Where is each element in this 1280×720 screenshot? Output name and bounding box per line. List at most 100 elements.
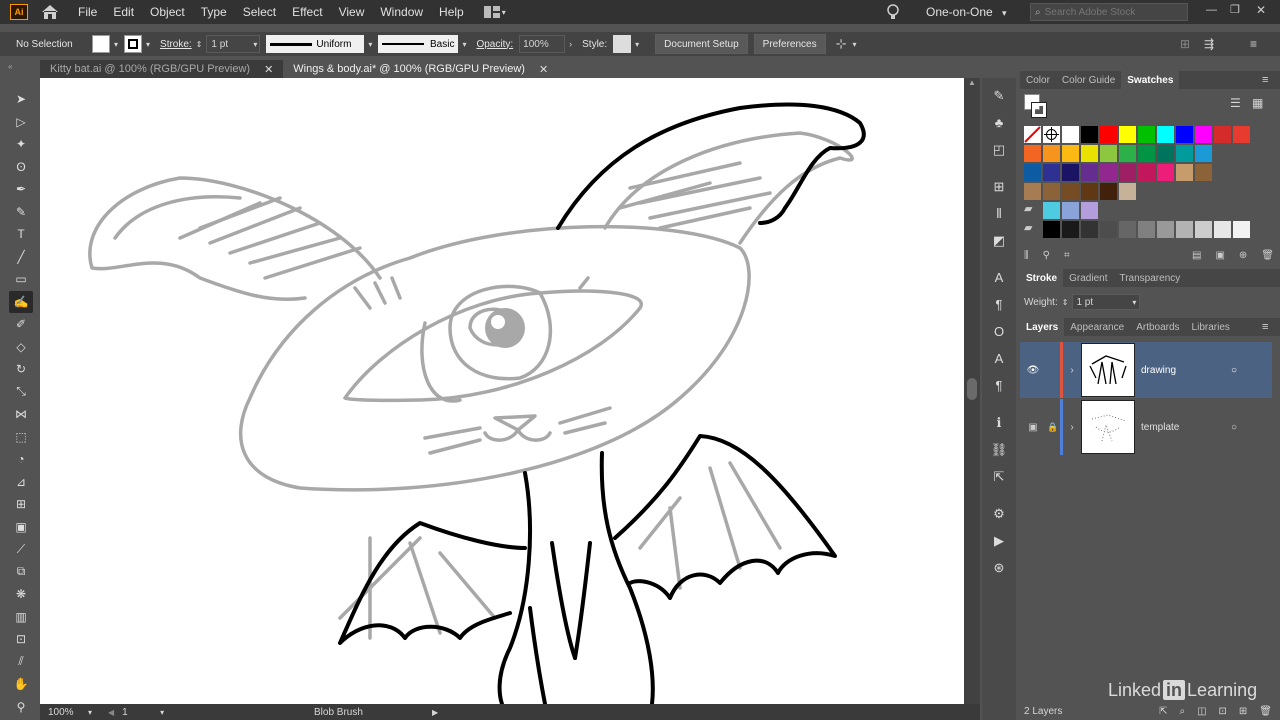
color-swatch[interactable] [1138, 126, 1155, 143]
rectangle-icon[interactable]: ▭ [9, 268, 33, 291]
scroll-thumb[interactable] [967, 378, 977, 400]
visibility-eye-icon[interactable]: 👁 [1020, 365, 1046, 376]
gradient-icon[interactable]: ▣ [9, 516, 33, 539]
arrange-documents-icon[interactable]: ▾ [483, 6, 514, 18]
lock-icon[interactable]: 🔒 [1046, 422, 1060, 433]
column-graph-icon[interactable]: ▥ [9, 606, 33, 629]
folder-icon[interactable]: ▰ [1024, 202, 1041, 219]
stepper-icon[interactable]: ⇕ [1062, 298, 1069, 307]
color-swatch[interactable] [1081, 221, 1098, 238]
arrange-icon[interactable]: ⇶ [1204, 37, 1214, 51]
color-swatch[interactable] [1062, 164, 1079, 181]
menu-edit[interactable]: Edit [105, 5, 142, 19]
color-swatch[interactable] [1081, 183, 1098, 200]
artboard-icon[interactable]: ⊡ [9, 628, 33, 651]
blend-icon[interactable]: ⧉ [9, 561, 33, 584]
pathfinder-icon[interactable]: ◩ [987, 227, 1011, 254]
color-swatch[interactable] [1081, 164, 1098, 181]
color-swatch[interactable] [1043, 221, 1060, 238]
brushes-icon[interactable]: ✎ [987, 82, 1011, 109]
new-sublayer-icon[interactable]: ⊡ [1219, 706, 1227, 717]
free-transform-icon[interactable]: ⬚ [9, 426, 33, 449]
menu-window[interactable]: Window [372, 5, 431, 19]
color-swatch[interactable] [1176, 221, 1193, 238]
folder-icon[interactable]: ▰ [1024, 221, 1041, 238]
grid-view-icon[interactable]: ▦ [1252, 96, 1263, 110]
direct-selection-icon[interactable]: ▷ [9, 111, 33, 134]
asset-export-icon[interactable]: ⇱ [987, 463, 1011, 490]
symbol-sprayer-icon[interactable]: ❋ [9, 583, 33, 606]
color-group-icon[interactable]: ▤ [1192, 250, 1201, 264]
close-icon[interactable]: ✕ [539, 63, 548, 76]
chevron-down-icon[interactable]: ▾ [635, 40, 639, 49]
search-input[interactable] [1044, 6, 1175, 18]
tab-color[interactable]: Color [1020, 71, 1056, 89]
curvature-icon[interactable]: ✎ [9, 201, 33, 224]
toolbar-collapse-icon[interactable]: « [8, 62, 12, 71]
swatch-options-icon[interactable]: ⌗ [1064, 250, 1070, 264]
panel-menu-icon[interactable]: ≡ [1250, 37, 1257, 51]
color-swatch[interactable] [1214, 126, 1231, 143]
stepper-icon[interactable]: ⇕ [196, 40, 203, 49]
swatch-kind-icon[interactable]: ⚲ [1043, 250, 1050, 264]
variable-width-profile[interactable]: Uniform [266, 35, 365, 53]
blob-brush-icon[interactable]: ✍ [9, 290, 33, 313]
color-swatch[interactable] [1119, 183, 1136, 200]
zoom-level[interactable]: 100% [48, 707, 88, 718]
menu-type[interactable]: Type [193, 5, 235, 19]
paragraph-styles-icon[interactable]: ¶ [987, 372, 1011, 399]
color-swatch[interactable] [1100, 145, 1117, 162]
close-icon[interactable]: ✕ [264, 63, 273, 76]
color-swatch[interactable] [1157, 221, 1174, 238]
color-swatch[interactable] [1100, 126, 1117, 143]
expand-arrow-icon[interactable]: › [1063, 422, 1081, 433]
color-swatch[interactable] [1138, 164, 1155, 181]
tab-artboards[interactable]: Artboards [1130, 318, 1185, 336]
magic-wand-icon[interactable]: ✦ [9, 133, 33, 156]
color-swatch[interactable] [1119, 164, 1136, 181]
preferences-button[interactable]: Preferences [753, 34, 826, 54]
menu-select[interactable]: Select [235, 5, 284, 19]
color-swatch[interactable] [1043, 183, 1060, 200]
color-swatch[interactable] [1119, 145, 1136, 162]
layer-drawing[interactable]: 👁 › drawing ○ [1020, 342, 1272, 398]
chevron-down-icon[interactable]: ▾ [88, 708, 92, 717]
stroke-swatch[interactable] [124, 35, 143, 53]
color-swatch[interactable] [1100, 183, 1117, 200]
eyedropper-icon[interactable]: ⟋ [9, 538, 33, 561]
new-group-icon[interactable]: ▣ [1215, 250, 1224, 264]
isolate-icon[interactable]: ⊞ [1180, 37, 1190, 51]
color-swatch[interactable] [1157, 164, 1174, 181]
graphic-style-swatch[interactable] [613, 35, 632, 53]
perspective-icon[interactable]: ⊿ [9, 471, 33, 494]
color-swatch[interactable] [1081, 145, 1098, 162]
artboard-canvas[interactable] [40, 78, 964, 704]
color-swatch[interactable] [1214, 221, 1231, 238]
shape-builder-icon[interactable]: ◔ [9, 448, 33, 471]
color-swatch[interactable] [1195, 164, 1212, 181]
align-panel-icon[interactable]: ⫴ [987, 200, 1011, 227]
workspace-switcher[interactable]: One-on-One ▾ [926, 5, 1007, 19]
color-swatch[interactable] [1043, 164, 1060, 181]
graphic-styles-icon[interactable]: ◰ [987, 136, 1011, 163]
character-icon[interactable]: A [987, 264, 1011, 291]
chevron-down-icon[interactable]: ▾ [462, 40, 466, 49]
color-swatch[interactable] [1176, 164, 1193, 181]
stroke-weight-input[interactable]: 1 pt ▾ [206, 35, 261, 53]
status-menu-icon[interactable]: ▶ [432, 708, 438, 717]
tab-libraries[interactable]: Libraries [1186, 318, 1236, 336]
chevron-down-icon[interactable]: ▾ [146, 40, 150, 49]
tab-gradient[interactable]: Gradient [1063, 269, 1113, 287]
paragraph-icon[interactable]: ¶ [987, 291, 1011, 318]
shaper-icon[interactable]: ✐ [9, 313, 33, 336]
align-icon[interactable]: ⊹ [836, 36, 847, 52]
transform-icon[interactable]: ⊞ [987, 173, 1011, 200]
chevron-down-icon[interactable]: ▾ [853, 40, 857, 49]
color-swatch[interactable] [1233, 126, 1250, 143]
color-swatch[interactable] [1100, 221, 1117, 238]
actions-icon[interactable]: ▶ [987, 527, 1011, 554]
none-swatch[interactable] [1024, 126, 1041, 143]
mesh-icon[interactable]: ⊞ [9, 493, 33, 516]
document-setup-button[interactable]: Document Setup [655, 34, 748, 54]
color-swatch[interactable] [1157, 145, 1174, 162]
